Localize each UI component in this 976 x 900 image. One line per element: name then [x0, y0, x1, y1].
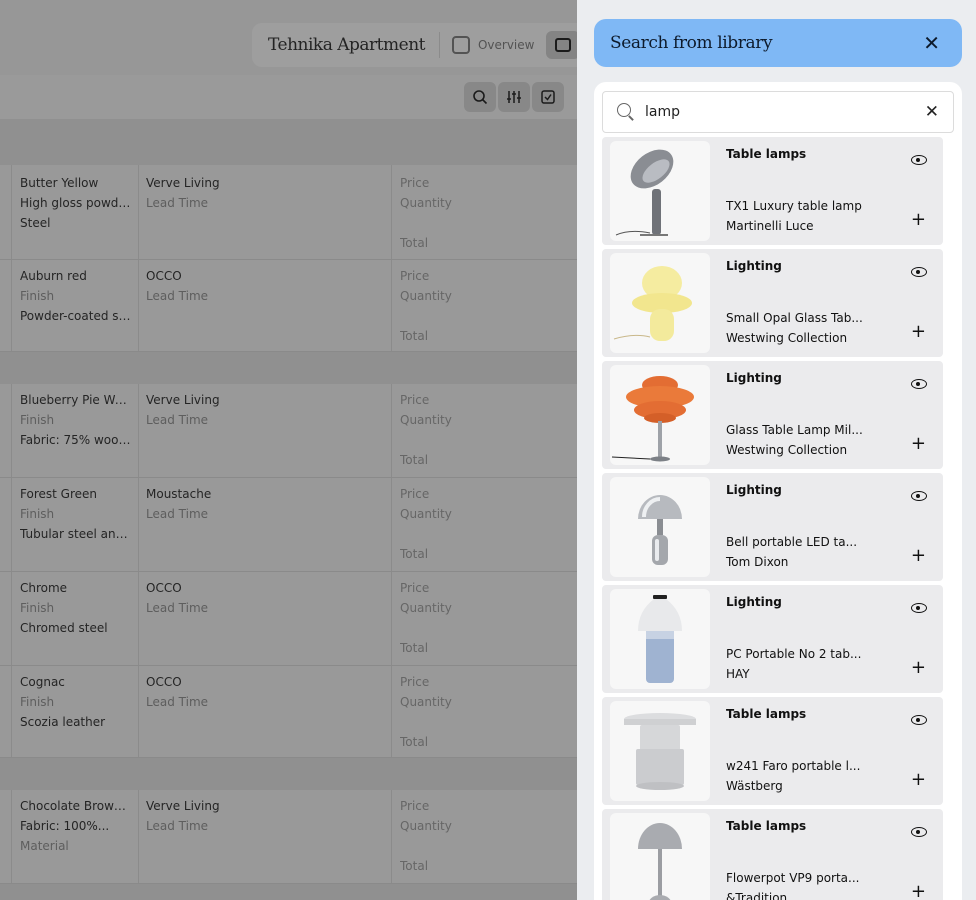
result-name: Bell portable LED ta...: [726, 535, 858, 549]
result-name: TX1 Luxury table lamp: [726, 199, 862, 213]
modal-backdrop[interactable]: [0, 0, 577, 900]
add-icon[interactable]: +: [911, 323, 926, 341]
result-brand: Wästberg: [726, 779, 783, 793]
result-name: Small Opal Glass Tab...: [726, 311, 863, 325]
result-category: Table lamps: [726, 819, 807, 833]
result-category: Lighting: [726, 483, 782, 497]
result-category: Lighting: [726, 259, 782, 273]
add-icon[interactable]: +: [911, 659, 926, 677]
result-category: Table lamps: [726, 147, 807, 161]
eye-icon[interactable]: [911, 827, 927, 837]
result-brand: Tom Dixon: [726, 555, 789, 569]
product-thumbnail: [610, 253, 710, 353]
result-category: Lighting: [726, 595, 782, 609]
result-card[interactable]: Lighting Bell portable LED ta... Tom Dix…: [602, 473, 943, 581]
result-brand: Martinelli Luce: [726, 219, 814, 233]
result-brand: Westwing Collection: [726, 443, 848, 457]
eye-icon[interactable]: [911, 267, 927, 277]
result-brand: Westwing Collection: [726, 331, 848, 345]
eye-icon[interactable]: [911, 491, 927, 501]
add-icon[interactable]: +: [911, 211, 926, 229]
result-name: PC Portable No 2 tab...: [726, 647, 862, 661]
panel-title: Search from library: [610, 33, 773, 53]
result-name: Flowerpot VP9 porta...: [726, 871, 860, 885]
result-card[interactable]: Lighting Glass Table Lamp Mil... Westwin…: [602, 361, 943, 469]
library-search-field[interactable]: ✕: [602, 91, 954, 133]
product-thumbnail: [610, 701, 710, 801]
search-icon: [617, 103, 635, 121]
close-icon[interactable]: ✕: [923, 33, 940, 53]
eye-icon[interactable]: [911, 155, 927, 165]
eye-icon[interactable]: [911, 715, 927, 725]
result-card[interactable]: Lighting PC Portable No 2 tab... HAY +: [602, 585, 943, 693]
product-thumbnail: [610, 477, 710, 577]
result-name: Glass Table Lamp Mil...: [726, 423, 863, 437]
eye-icon[interactable]: [911, 603, 927, 613]
result-brand: &Tradition: [726, 891, 788, 900]
clear-search-icon[interactable]: ✕: [925, 102, 939, 122]
panel-header: Search from library ✕: [594, 19, 962, 67]
add-icon[interactable]: +: [911, 547, 926, 565]
product-thumbnail: [610, 365, 710, 465]
result-card[interactable]: Table lamps Flowerpot VP9 porta... &Trad…: [602, 809, 943, 900]
add-icon[interactable]: +: [911, 771, 926, 789]
product-thumbnail: [610, 141, 710, 241]
search-results-list: Table lamps TX1 Luxury table lamp Martin…: [602, 137, 943, 900]
result-card[interactable]: Table lamps TX1 Luxury table lamp Martin…: [602, 137, 943, 245]
search-input[interactable]: [645, 104, 925, 120]
result-category: Lighting: [726, 371, 782, 385]
library-search-panel: Search from library ✕ ✕ T: [577, 0, 976, 900]
add-icon[interactable]: +: [911, 883, 926, 900]
add-icon[interactable]: +: [911, 435, 926, 453]
product-thumbnail: [610, 589, 710, 689]
result-brand: HAY: [726, 667, 750, 681]
result-category: Table lamps: [726, 707, 807, 721]
result-card[interactable]: Table lamps w241 Faro portable l... Wäst…: [602, 697, 943, 805]
panel-body: ✕ Table lamps TX1 Luxury table lamp Mart…: [594, 82, 962, 900]
result-card[interactable]: Lighting Small Opal Glass Tab... Westwin…: [602, 249, 943, 357]
result-name: w241 Faro portable l...: [726, 759, 861, 773]
eye-icon[interactable]: [911, 379, 927, 389]
product-thumbnail: [610, 813, 710, 900]
